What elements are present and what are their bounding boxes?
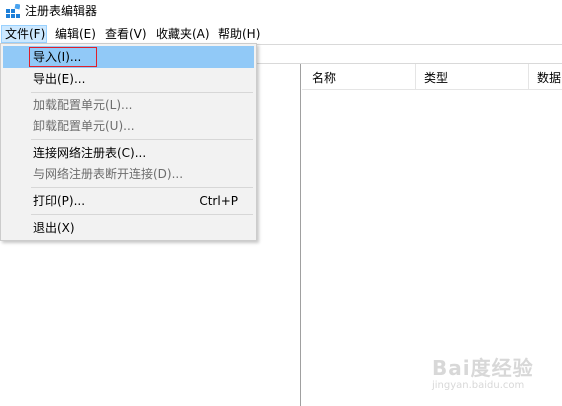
menu-favorites[interactable]: 收藏夹(A) (156, 25, 210, 43)
file-menu-dropdown: 导入(I)... 导出(E)... 加载配置单元(L)... 卸载配置单元(U)… (0, 43, 257, 241)
menu-separator (31, 214, 253, 215)
menu-item-shortcut: Ctrl+P (199, 194, 238, 208)
menu-item-disconnect-network-registry: 与网络注册表断开连接(D)... (3, 163, 254, 185)
column-data[interactable]: 数据 (529, 64, 561, 90)
menu-separator (31, 92, 253, 93)
column-name[interactable]: 名称 (304, 64, 336, 90)
watermark: Bai度经验 jingyan.baidu.com (432, 352, 562, 400)
menu-item-unload-hive: 卸载配置单元(U)... (3, 115, 254, 137)
menu-edit[interactable]: 编辑(E) (55, 25, 96, 43)
menu-item-label: 连接网络注册表(C)... (33, 146, 147, 160)
menu-bar: 文件(F) 编辑(E) 查看(V) 收藏夹(A) 帮助(H) (0, 24, 562, 44)
menu-item-export[interactable]: 导出(E)... (3, 68, 254, 90)
menu-item-label: 退出(X) (33, 221, 75, 235)
menu-separator (31, 187, 253, 188)
menu-item-label: 导出(E)... (33, 72, 86, 86)
menu-item-print[interactable]: 打印(P)... Ctrl+P (3, 190, 254, 212)
menu-item-connect-network-registry[interactable]: 连接网络注册表(C)... (3, 142, 254, 164)
menu-view[interactable]: 查看(V) (105, 25, 147, 43)
menu-file[interactable]: 文件(F) (1, 25, 47, 43)
watermark-url: jingyan.baidu.com (432, 380, 525, 391)
menu-item-label: 加载配置单元(L)... (33, 98, 133, 112)
registry-editor-icon (6, 4, 20, 18)
watermark-logo: Bai度经验 (432, 356, 534, 380)
menu-item-import[interactable]: 导入(I)... (3, 46, 254, 68)
menu-item-label: 与网络注册表断开连接(D)... (33, 167, 184, 181)
menu-item-label: 卸载配置单元(U)... (33, 119, 135, 133)
menu-separator (31, 139, 253, 140)
focus-highlight-box (29, 47, 97, 67)
list-header: 名称 类型 数据 (302, 64, 562, 90)
title-bar: 注册表编辑器 (0, 0, 562, 24)
column-type[interactable]: 类型 (416, 64, 448, 90)
window-title: 注册表编辑器 (25, 4, 98, 18)
menu-item-exit[interactable]: 退出(X) (3, 217, 254, 239)
menu-item-label: 打印(P)... (33, 194, 86, 208)
menu-item-load-hive: 加载配置单元(L)... (3, 94, 254, 116)
menu-help[interactable]: 帮助(H) (218, 25, 260, 43)
